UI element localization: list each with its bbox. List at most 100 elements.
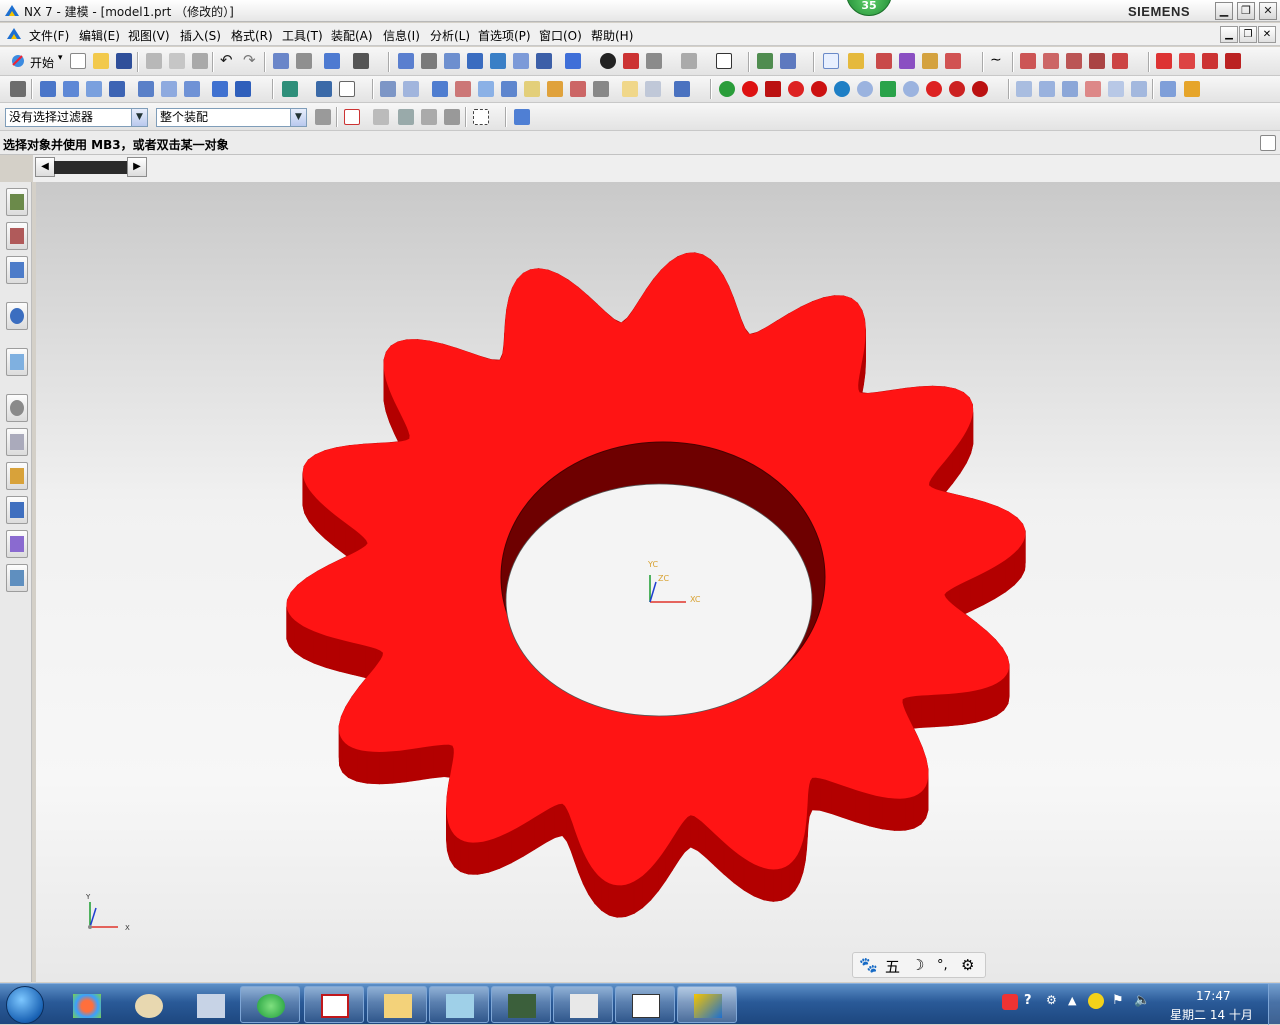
- surface-icon[interactable]: [1016, 81, 1032, 97]
- sew-icon[interactable]: [674, 81, 690, 97]
- pad-icon[interactable]: [161, 81, 177, 97]
- chamfer-icon[interactable]: [455, 81, 471, 97]
- minimize-button[interactable]: ▁: [1215, 2, 1233, 20]
- ruled-icon[interactable]: [1131, 81, 1147, 97]
- graphics-window[interactable]: YC ZC XC Y X: [36, 182, 1280, 982]
- select-body-icon[interactable]: [514, 109, 530, 125]
- tray-add-icon[interactable]: [1088, 993, 1104, 1009]
- through-curves-icon[interactable]: [1039, 81, 1055, 97]
- system-scene-tab[interactable]: [6, 564, 28, 592]
- nx-menu-icon[interactable]: [6, 26, 22, 42]
- revolve-icon[interactable]: [63, 81, 79, 97]
- restore-button[interactable]: ❐: [1237, 2, 1255, 20]
- layer-icon[interactable]: [681, 53, 697, 69]
- transform-icon[interactable]: [296, 53, 312, 69]
- boss-icon[interactable]: [109, 81, 125, 97]
- type-filter-select[interactable]: 没有选择过滤器 ▼: [5, 108, 148, 127]
- chevron-down-icon[interactable]: ▼: [290, 109, 306, 126]
- open-icon[interactable]: [93, 53, 109, 69]
- snap-icon[interactable]: [780, 53, 796, 69]
- gear-outline-icon[interactable]: [857, 81, 873, 97]
- cue-expand-icon[interactable]: [1260, 135, 1276, 151]
- fillet-curve-icon[interactable]: [1112, 53, 1128, 69]
- copy-icon[interactable]: [169, 53, 185, 69]
- slot-icon[interactable]: [184, 81, 200, 97]
- taskbar-games[interactable]: [553, 986, 613, 1023]
- fit-icon[interactable]: [398, 53, 414, 69]
- menu-assemblies[interactable]: 装配(A): [331, 27, 373, 44]
- chevron-down-icon[interactable]: ▼: [131, 109, 147, 126]
- flange-icon[interactable]: [1184, 81, 1200, 97]
- assembly-nav-icon[interactable]: [10, 81, 26, 97]
- start-button[interactable]: [6, 986, 44, 1024]
- notification-badge[interactable]: 35: [846, 0, 892, 16]
- background-icon[interactable]: [716, 53, 732, 69]
- arc-icon[interactable]: [1066, 53, 1082, 69]
- menu-edit[interactable]: 编辑(E): [79, 27, 120, 44]
- menu-window[interactable]: 窗口(O): [539, 27, 582, 44]
- ime-mode-button[interactable]: 五: [885, 956, 900, 977]
- view-orient-icon[interactable]: [646, 53, 662, 69]
- spline-icon[interactable]: ∼: [990, 52, 1002, 68]
- close-button[interactable]: ✕: [1259, 2, 1277, 20]
- taskbar-explorer[interactable]: [367, 986, 427, 1023]
- general-select-icon[interactable]: [823, 53, 839, 69]
- cut-icon[interactable]: [146, 53, 162, 69]
- scale-icon[interactable]: [645, 81, 661, 97]
- green-sphere-icon[interactable]: [719, 81, 735, 97]
- assembly-navigator-tab[interactable]: [6, 188, 28, 216]
- dots-icon[interactable]: °,: [937, 958, 948, 973]
- subtract-icon[interactable]: [403, 81, 419, 97]
- red-cone-icon[interactable]: [788, 81, 804, 97]
- sheet-icon[interactable]: [339, 81, 355, 97]
- measure-icon[interactable]: [876, 53, 892, 69]
- line-icon[interactable]: [1043, 53, 1059, 69]
- tray-expand-icon[interactable]: ▲: [1068, 994, 1076, 1007]
- gear-model[interactable]: YC ZC XC Y X: [36, 182, 1280, 982]
- manufacturing-wizards-tab[interactable]: [6, 496, 28, 524]
- wcs-icon[interactable]: [757, 53, 773, 69]
- menu-file[interactable]: 文件(F): [29, 27, 69, 44]
- history-tab[interactable]: [6, 394, 28, 422]
- doc-minimize-button[interactable]: ▁: [1220, 26, 1238, 43]
- flag-icon[interactable]: ⚑: [1112, 993, 1124, 1008]
- red-spring-icon[interactable]: [926, 81, 942, 97]
- zoom-window-icon[interactable]: [421, 53, 437, 69]
- mirror-icon[interactable]: [570, 81, 586, 97]
- clock-date[interactable]: 星期二 14 十月: [1170, 1006, 1253, 1023]
- section-icon[interactable]: [623, 53, 639, 69]
- extend-icon[interactable]: [1179, 53, 1195, 69]
- bounded-plane-icon[interactable]: [1108, 81, 1124, 97]
- menu-information[interactable]: 信息(I): [383, 27, 420, 44]
- datum-icon[interactable]: [282, 81, 298, 97]
- red-burst-icon[interactable]: [742, 81, 758, 97]
- shaded-icon[interactable]: [565, 53, 581, 69]
- constraint-navigator-tab[interactable]: [6, 222, 28, 250]
- curve-analysis-icon[interactable]: [945, 53, 961, 69]
- taskbar-monitor[interactable]: [491, 986, 551, 1023]
- display-icon[interactable]: [353, 53, 369, 69]
- red-cylinder-icon[interactable]: [765, 81, 781, 97]
- reuse-library-tab[interactable]: [6, 302, 28, 330]
- undo-icon[interactable]: ↶: [220, 51, 233, 69]
- book-icon[interactable]: [316, 81, 332, 97]
- pattern-icon[interactable]: [547, 81, 563, 97]
- volume-icon[interactable]: 🔈: [1134, 993, 1150, 1008]
- snap-point-icon[interactable]: [344, 109, 360, 125]
- tab-scroll-thumb[interactable]: [54, 161, 127, 174]
- select-icon[interactable]: [324, 53, 340, 69]
- menu-help[interactable]: 帮助(H): [591, 27, 633, 44]
- body-select-icon[interactable]: [444, 109, 460, 125]
- tab-scroll-left-button[interactable]: ◀: [35, 157, 55, 177]
- selection-scope-select[interactable]: 整个装配 ▼: [156, 108, 307, 127]
- rotate-icon[interactable]: [490, 53, 506, 69]
- red-torus-icon[interactable]: [811, 81, 827, 97]
- help-icon[interactable]: ?: [1024, 993, 1032, 1008]
- block-icon[interactable]: [212, 81, 228, 97]
- redo-icon[interactable]: ↷: [243, 51, 256, 69]
- filter-reset-icon[interactable]: [315, 109, 331, 125]
- taskbar-notes[interactable]: [429, 986, 489, 1023]
- taskbar-window[interactable]: [615, 986, 675, 1023]
- clock-time[interactable]: 17:47: [1196, 989, 1231, 1003]
- start-dropdown-icon[interactable]: ▾: [58, 53, 63, 63]
